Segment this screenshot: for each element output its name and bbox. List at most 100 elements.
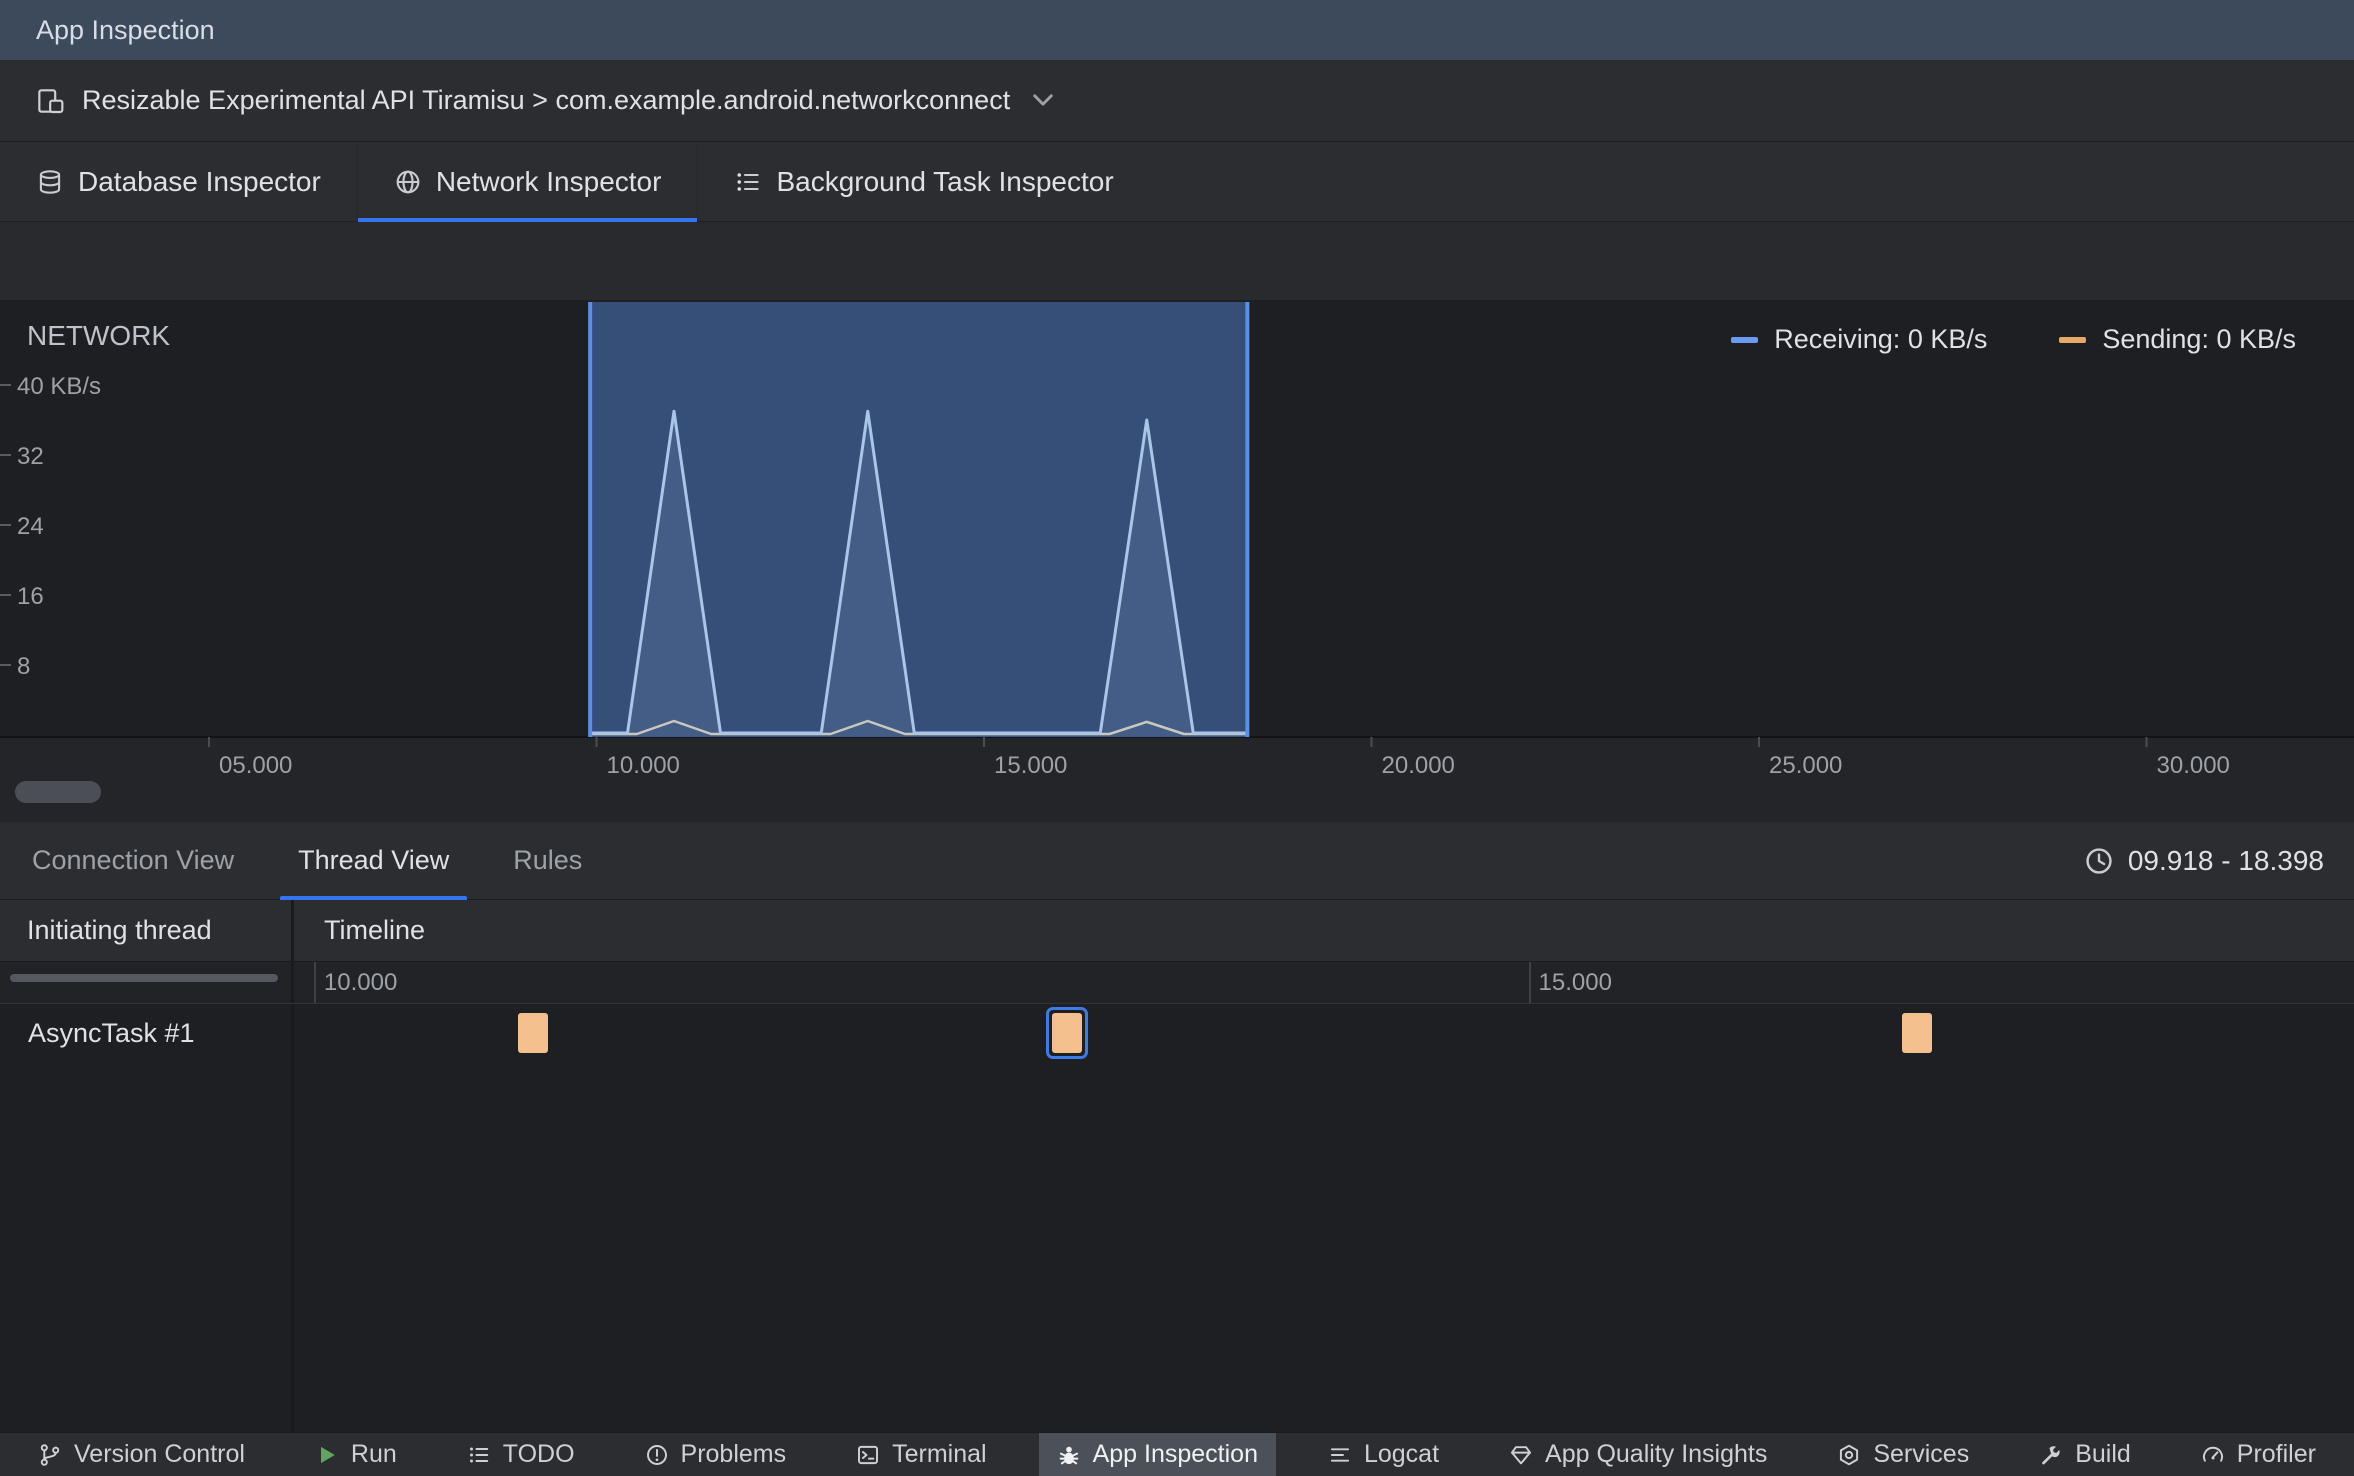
tool-button-label: Logcat [1363,1440,1440,1468]
window-titlebar: App Inspection [0,0,2354,60]
receiving-swatch-icon [1731,336,1759,343]
timeline-block[interactable] [517,1013,548,1053]
tool-window-bar: Version Control Run TODO Problems Terminal Ap… [0,1432,2354,1476]
sending-swatch-icon [2059,336,2087,343]
svg-text:20.000: 20.000 [1382,752,1455,779]
tab-rules[interactable]: Rules [481,822,614,899]
globe-icon [396,170,420,193]
tab-database-inspector[interactable]: Database Inspector [0,142,357,221]
svg-text:15.000: 15.000 [994,752,1067,779]
tool-button-label: App Inspection [1092,1440,1258,1468]
subtab-label: Thread View [298,845,450,875]
chart-scrollbar[interactable] [15,781,101,803]
tool-button-logcat[interactable]: Logcat [1310,1433,1457,1476]
timeline-tick-label: 15.000 [1538,968,1612,996]
tool-button-app-inspection[interactable]: App Inspection [1038,1433,1276,1476]
svg-text:16: 16 [17,583,44,610]
tool-button-run[interactable]: Run [297,1433,415,1476]
timeline-tick-label: 10.000 [323,968,398,996]
chart-legend: Receiving: 0 KB/s Sending: 0 KB/s [1731,324,2296,355]
task-list-icon [737,172,760,191]
svg-text:32: 32 [17,443,44,470]
detail-tab-bar: Connection View Thread View Rules 09.918… [0,822,2354,900]
build-icon [2039,1443,2063,1467]
thread-table-header: Initiating thread Timeline [0,900,2354,962]
tab-network-inspector[interactable]: Network Inspector [356,142,698,222]
timeline-tick [313,962,316,1003]
timeline-scale-row: 10.000 15.000 [0,962,2354,1004]
selected-time-range: 09.918 - 18.398 [2084,822,2354,899]
tool-button-version-control[interactable]: Version Control [20,1433,263,1476]
column-header-timeline: Timeline [324,915,426,945]
svg-text:8: 8 [17,653,30,680]
thread-row-label[interactable]: AsyncTask #1 [0,1004,291,1062]
tab-thread-view[interactable]: Thread View [266,822,481,900]
tool-button-label: Profiler [2236,1440,2316,1468]
network-usage-chart[interactable]: 05.000 10.000 15.000 20.000 25.000 30.000 40 K… [0,300,2354,822]
tab-label: Database Inspector [78,165,321,197]
logcat-icon [1328,1443,1352,1467]
subtab-label: Rules [513,845,583,875]
legend-sending-label: Sending: 0 KB/s [2102,324,2296,354]
terminal-icon [856,1443,880,1467]
network-event-block [1051,1013,1082,1053]
tool-button-label: Build [2075,1440,2131,1468]
inspector-tab-bar: Database Inspector Network Inspector Bac… [0,142,2354,222]
database-icon [39,169,61,194]
legend-receiving: Receiving: 0 KB/s [1731,324,1987,355]
tool-button-label: Run [350,1440,397,1468]
legend-receiving-label: Receiving: 0 KB/s [1774,324,1988,354]
tool-button-profiler[interactable]: Profiler [2183,1433,2334,1476]
profiler-icon [2201,1443,2225,1467]
services-icon [1837,1443,1861,1467]
inspector-toolbar [0,222,2354,300]
timeline-block-selected[interactable] [1045,1007,1088,1059]
tool-button-label: TODO [502,1440,575,1468]
timeline-block[interactable] [1902,1013,1933,1053]
process-label: Resizable Experimental API Tiramisu > co… [82,85,1011,115]
svg-text:40 KB/s: 40 KB/s [17,373,101,400]
svg-text:10.000: 10.000 [607,752,680,779]
tab-label: Network Inspector [435,165,662,197]
run-icon [315,1443,339,1467]
tool-button-label: App Quality Insights [1545,1440,1768,1468]
subtab-label: Connection View [32,845,235,875]
legend-sending: Sending: 0 KB/s [2059,324,2296,355]
svg-text:25.000: 25.000 [1769,752,1842,779]
column-header-initiating-thread: Initiating thread [0,900,294,961]
branch-icon [38,1443,62,1467]
tool-button-label: Terminal [892,1440,987,1468]
chevron-down-icon [1033,93,1053,106]
timeline-tick [1528,962,1531,1003]
tool-button-todo[interactable]: TODO [449,1433,593,1476]
tab-connection-view[interactable]: Connection View [0,822,266,899]
tool-button-problems[interactable]: Problems [627,1433,805,1476]
network-chart-panel: 05.000 10.000 15.000 20.000 25.000 30.000 40 K… [0,300,2354,822]
thread-column-scale-cell [0,962,294,1003]
tab-label: Background Task Inspector [776,165,1114,197]
app-inspection-icon [1057,1443,1081,1467]
process-selector[interactable]: Resizable Experimental API Tiramisu > co… [0,60,2354,142]
thread-row-timeline[interactable] [294,1004,2354,1432]
thread-table-body: AsyncTask #1 [0,1004,2354,1432]
thread-column: AsyncTask #1 [0,1004,294,1432]
insights-icon [1509,1443,1533,1467]
clock-icon [2086,847,2112,874]
timeline-scale: 10.000 15.000 [294,962,2354,1003]
tool-button-label: Version Control [74,1440,245,1468]
tool-button-services[interactable]: Services [1819,1433,1987,1476]
svg-text:24: 24 [17,513,44,540]
app-inspection-window: App Inspection Resizable Experimental AP… [0,0,2354,1476]
thread-column-scrollbar[interactable] [10,974,278,982]
svg-text:05.000: 05.000 [219,752,292,779]
todo-icon [467,1443,491,1467]
tool-button-app-quality-insights[interactable]: App Quality Insights [1491,1433,1785,1476]
resizable-device-icon [38,88,64,113]
tool-button-build[interactable]: Build [2021,1433,2149,1476]
chart-title: NETWORK [27,320,171,351]
tool-button-terminal[interactable]: Terminal [838,1433,1004,1476]
window-title: App Inspection [36,14,215,45]
tab-background-task-inspector[interactable]: Background Task Inspector [697,142,1149,221]
tool-button-label: Services [1873,1440,1970,1468]
time-range-value: 09.918 - 18.398 [2127,844,2324,876]
